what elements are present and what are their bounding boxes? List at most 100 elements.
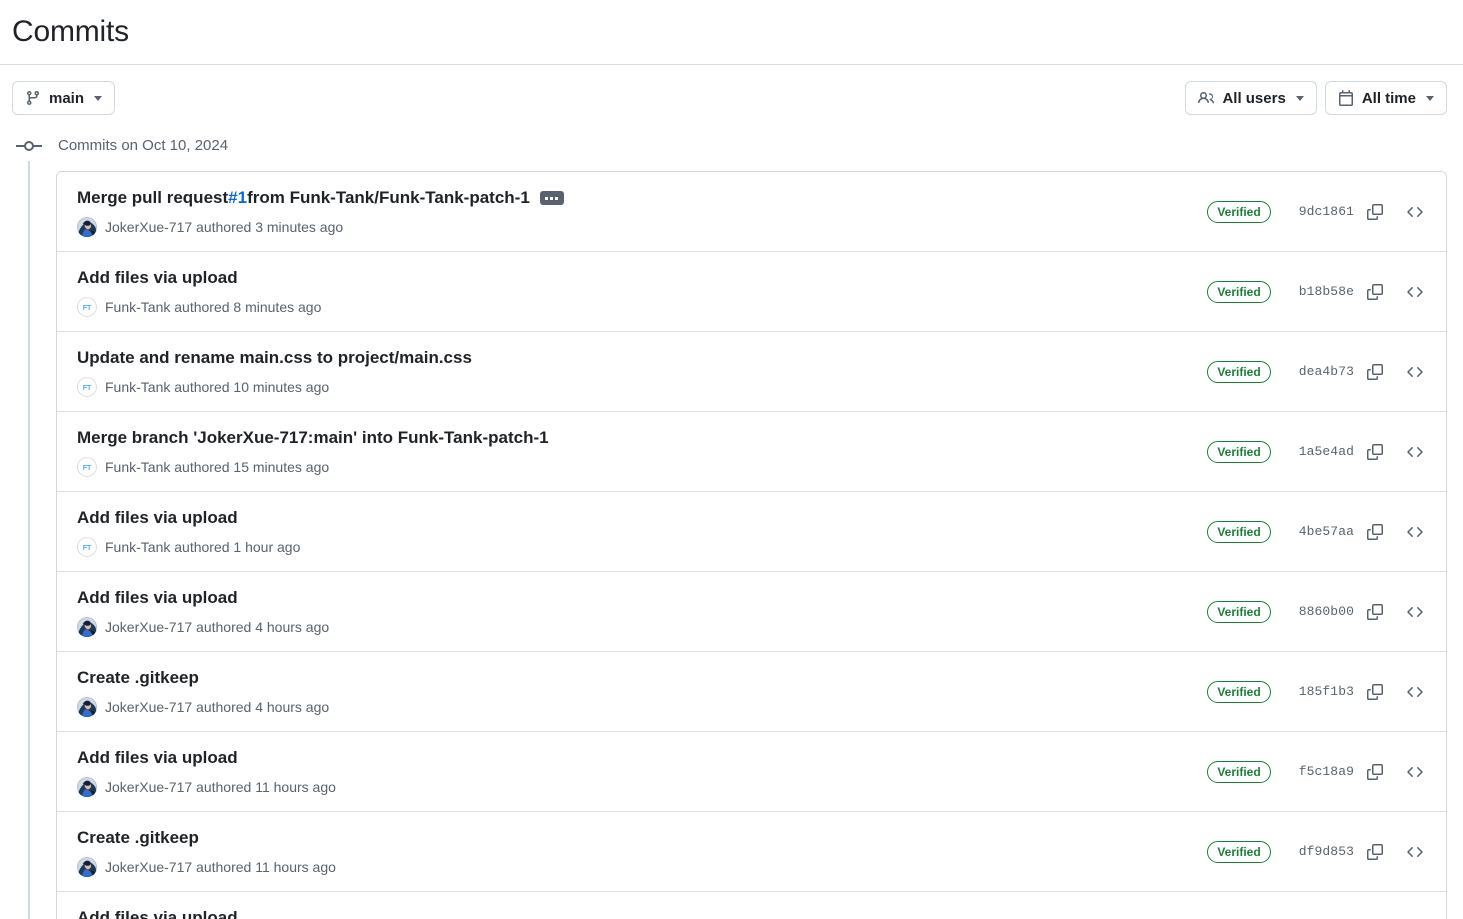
- commit-row: Add files via upload JokerXue-717 author…: [57, 731, 1446, 811]
- commit-title-suffix[interactable]: from Funk-Tank/Funk-Tank-patch-1: [247, 186, 530, 210]
- time-filter-label: All time: [1361, 89, 1416, 107]
- commit-title: Merge pull request #1 from Funk-Tank/Fun…: [77, 186, 564, 210]
- commit-meta: JokerXue-717 authored 11 hours ago: [77, 857, 336, 877]
- avatar[interactable]: [77, 857, 97, 877]
- code-icon[interactable]: [1400, 517, 1430, 547]
- commit-title-text[interactable]: Create .gitkeep: [77, 666, 199, 690]
- commit-author-line[interactable]: JokerXue-717 authored 4 hours ago: [105, 697, 329, 717]
- copy-icon[interactable]: [1360, 837, 1390, 867]
- commit-title-text[interactable]: Create .gitkeep: [77, 826, 199, 850]
- user-filter-button[interactable]: All users: [1185, 81, 1317, 115]
- code-icon[interactable]: [1400, 357, 1430, 387]
- commit-title-text[interactable]: Add files via upload: [77, 586, 238, 610]
- commit-title-text[interactable]: Merge pull request: [77, 186, 228, 210]
- copy-icon[interactable]: [1360, 357, 1390, 387]
- copy-icon[interactable]: [1360, 757, 1390, 787]
- status-badge[interactable]: Verified: [1207, 520, 1271, 543]
- status-badge[interactable]: Verified: [1207, 440, 1271, 463]
- commit-sha[interactable]: b18b58e: [1299, 284, 1354, 299]
- code-icon[interactable]: [1400, 437, 1430, 467]
- commit-main: Add files via upload JokerXue-717 author…: [77, 586, 329, 637]
- commit-sha[interactable]: 1a5e4ad: [1299, 444, 1354, 459]
- filters-group: All users All time: [1185, 81, 1447, 115]
- commit-author-line[interactable]: Funk-Tank authored 10 minutes ago: [105, 377, 329, 397]
- commit-actions: Verified 185f1b3: [1207, 677, 1430, 707]
- status-badge[interactable]: Verified: [1207, 760, 1271, 783]
- commit-actions: Verified b18b58e: [1207, 277, 1430, 307]
- status-badge[interactable]: Verified: [1207, 840, 1271, 863]
- status-badge[interactable]: Verified: [1207, 680, 1271, 703]
- avatar[interactable]: FT: [77, 297, 97, 317]
- commit-title-text[interactable]: Merge branch 'JokerXue-717:main' into Fu…: [77, 426, 549, 450]
- commit-sha[interactable]: 8860b00: [1299, 604, 1354, 619]
- avatar[interactable]: [77, 617, 97, 637]
- avatar[interactable]: FT: [77, 457, 97, 477]
- commit-author-line[interactable]: JokerXue-717 authored 11 hours ago: [105, 857, 336, 877]
- code-icon[interactable]: [1400, 597, 1430, 627]
- calendar-icon: [1338, 90, 1354, 106]
- status-badge[interactable]: Verified: [1207, 360, 1271, 383]
- ellipsis-icon[interactable]: [539, 191, 564, 205]
- copy-icon[interactable]: [1360, 677, 1390, 707]
- commit-title: Add files via upload: [77, 906, 336, 919]
- commit-title-text[interactable]: Add files via upload: [77, 906, 238, 919]
- commit-sha[interactable]: 185f1b3: [1299, 684, 1354, 699]
- code-icon[interactable]: [1400, 757, 1430, 787]
- commit-title-text[interactable]: Update and rename main.css to project/ma…: [77, 346, 472, 370]
- branch-selector-label: main: [49, 89, 85, 107]
- status-badge[interactable]: Verified: [1207, 280, 1271, 303]
- commit-author-line[interactable]: JokerXue-717 authored 4 hours ago: [105, 617, 329, 637]
- commit-title-text[interactable]: Add files via upload: [77, 746, 238, 770]
- commit-main: Merge pull request #1 from Funk-Tank/Fun…: [77, 186, 564, 237]
- status-badge[interactable]: Verified: [1207, 600, 1271, 623]
- avatar[interactable]: FT: [77, 537, 97, 557]
- copy-icon[interactable]: [1360, 277, 1390, 307]
- avatar[interactable]: FT: [77, 377, 97, 397]
- commit-author-line[interactable]: Funk-Tank authored 8 minutes ago: [105, 297, 321, 317]
- code-icon[interactable]: [1400, 837, 1430, 867]
- avatar[interactable]: [77, 777, 97, 797]
- commit-author-line[interactable]: Funk-Tank authored 1 hour ago: [105, 537, 300, 557]
- commits-date-header: Commits on Oct 10, 2024: [0, 135, 1463, 157]
- svg-text:FT: FT: [83, 385, 92, 392]
- avatar[interactable]: [77, 697, 97, 717]
- commit-author-line[interactable]: JokerXue-717 authored 3 minutes ago: [105, 217, 343, 237]
- commit-sha[interactable]: 9dc1861: [1299, 204, 1354, 219]
- avatar-image: [77, 617, 97, 637]
- status-badge[interactable]: Verified: [1207, 200, 1271, 223]
- user-filter-label: All users: [1222, 89, 1286, 107]
- avatar-image: [77, 857, 97, 877]
- branch-selector-button[interactable]: main: [12, 81, 116, 115]
- commit-title-text[interactable]: Add files via upload: [77, 506, 238, 530]
- avatar[interactable]: [77, 217, 97, 237]
- pull-request-link[interactable]: #1: [228, 186, 247, 210]
- commit-author-line[interactable]: Funk-Tank authored 15 minutes ago: [105, 457, 329, 477]
- code-icon[interactable]: [1400, 197, 1430, 227]
- commit-meta: FT Funk-Tank authored 1 hour ago: [77, 537, 300, 557]
- commit-sha[interactable]: dea4b73: [1299, 364, 1354, 379]
- commit-title: Add files via upload: [77, 506, 300, 530]
- commit-main: Add files via upload JokerXue-717 author…: [77, 906, 336, 919]
- commit-sha[interactable]: 4be57aa: [1299, 524, 1354, 539]
- commits-timeline: Commits on Oct 10, 2024 Merge pull reque…: [0, 135, 1463, 919]
- commit-row: Add files via upload FT Funk-Tank author…: [57, 251, 1446, 331]
- copy-icon[interactable]: [1360, 517, 1390, 547]
- commit-actions: Verified 9dc1861: [1207, 197, 1430, 227]
- svg-text:FT: FT: [83, 545, 92, 552]
- commit-title-text[interactable]: Add files via upload: [77, 266, 238, 290]
- commit-sha[interactable]: df9d853: [1299, 844, 1354, 859]
- commit-title: Merge branch 'JokerXue-717:main' into Fu…: [77, 426, 549, 450]
- time-filter-button[interactable]: All time: [1324, 81, 1447, 115]
- commit-main: Add files via upload FT Funk-Tank author…: [77, 266, 321, 317]
- commit-meta: JokerXue-717 authored 4 hours ago: [77, 617, 329, 637]
- commit-title: Add files via upload: [77, 586, 329, 610]
- commit-sha[interactable]: f5c18a9: [1299, 764, 1354, 779]
- commit-row: Add files via upload FT Funk-Tank author…: [57, 491, 1446, 571]
- commit-author-line[interactable]: JokerXue-717 authored 11 hours ago: [105, 777, 336, 797]
- copy-icon[interactable]: [1360, 197, 1390, 227]
- copy-icon[interactable]: [1360, 437, 1390, 467]
- copy-icon[interactable]: [1360, 597, 1390, 627]
- code-icon[interactable]: [1400, 277, 1430, 307]
- commit-actions: Verified f5c18a9: [1207, 757, 1430, 787]
- code-icon[interactable]: [1400, 677, 1430, 707]
